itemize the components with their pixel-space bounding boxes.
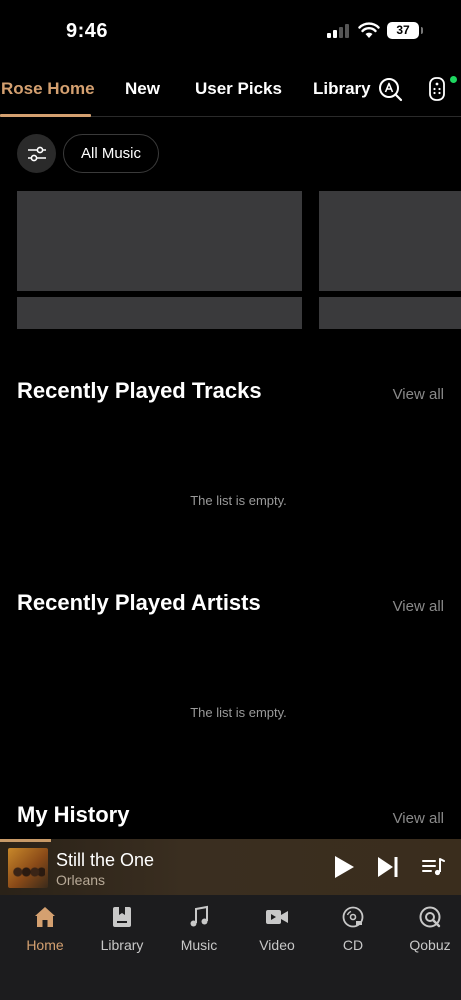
- view-all-recent-tracks[interactable]: View all: [393, 386, 444, 403]
- wifi-icon: [358, 22, 380, 38]
- tab-new[interactable]: New: [125, 79, 160, 99]
- music-note-icon: [190, 905, 208, 927]
- bottom-nav-home[interactable]: Home: [6, 905, 84, 953]
- status-time: 9:46: [66, 20, 109, 42]
- view-all-my-history[interactable]: View all: [393, 810, 444, 827]
- filter-button[interactable]: [17, 134, 56, 173]
- bottom-nav-label: Home: [26, 937, 64, 953]
- video-icon: [266, 910, 288, 924]
- banner-placeholder: [319, 191, 461, 291]
- bottom-nav-label: CD: [342, 937, 364, 953]
- all-music-chip[interactable]: All Music: [63, 134, 160, 173]
- play-icon[interactable]: [331, 854, 357, 880]
- section-title-recent-artists: Recently Played Artists: [17, 590, 261, 615]
- banner-caption-placeholder: [17, 297, 302, 329]
- bottom-nav-label: Video: [259, 937, 295, 953]
- search-text-icon[interactable]: [377, 76, 403, 102]
- tab-rose-home[interactable]: Rose Home: [1, 79, 95, 99]
- empty-list-message: The list is empty.: [190, 493, 287, 508]
- bottom-nav-cd[interactable]: CD: [314, 905, 392, 953]
- mini-player[interactable]: Still the One Orleans: [0, 839, 461, 895]
- cellular-signal-icon: [327, 24, 349, 38]
- album-art: [8, 848, 48, 888]
- section-title-recent-tracks: Recently Played Tracks: [17, 378, 262, 403]
- section-title-my-history: My History: [17, 802, 130, 827]
- empty-list-message: The list is empty.: [190, 705, 287, 720]
- bottom-nav-qobuz[interactable]: Qobuz: [391, 905, 461, 953]
- library-icon: [113, 907, 131, 927]
- now-playing-title: Still the One: [56, 850, 155, 870]
- banner-caption-placeholder: [319, 297, 461, 329]
- bottom-nav-label: Library: [100, 937, 144, 953]
- active-tab-indicator: [0, 114, 91, 117]
- home-icon: [35, 907, 55, 927]
- bottom-nav-video[interactable]: Video: [238, 905, 316, 953]
- bottom-nav-library[interactable]: Library: [83, 905, 161, 953]
- remote-control-icon[interactable]: [424, 76, 450, 102]
- sliders-icon: [27, 146, 46, 161]
- tab-library[interactable]: Library: [313, 79, 371, 99]
- queue-icon[interactable]: [420, 854, 446, 880]
- banner-placeholder: [17, 191, 302, 291]
- bottom-nav: Home Library Music Video CD Qobuz: [0, 895, 461, 1000]
- tab-user-picks[interactable]: User Picks: [195, 79, 282, 99]
- view-all-recent-artists[interactable]: View all: [393, 598, 444, 615]
- bottom-nav-label: Music: [180, 937, 218, 953]
- qobuz-icon: [419, 906, 441, 928]
- playback-progress-bar: [0, 839, 51, 842]
- top-nav: Rose Home New User Picks Library: [0, 62, 461, 117]
- connection-status-dot: [450, 76, 457, 83]
- now-playing-artist: Orleans: [56, 872, 106, 888]
- bottom-nav-music[interactable]: Music: [160, 905, 238, 953]
- skip-next-icon[interactable]: [375, 854, 401, 880]
- status-bar: 9:46 37: [0, 0, 461, 60]
- battery-indicator: 37: [387, 22, 423, 39]
- bottom-nav-label: Qobuz: [409, 937, 451, 953]
- cd-icon: [342, 906, 364, 928]
